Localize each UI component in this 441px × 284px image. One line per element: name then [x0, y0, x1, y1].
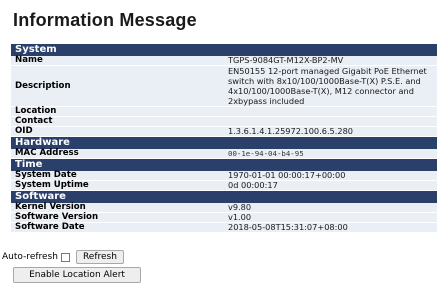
refresh-controls: Auto-refresh Refresh [2, 250, 124, 264]
table-row: Description EN50155 12-port managed Giga… [11, 65, 437, 107]
row-value: 1.3.6.1.4.1.25972.100.6.5.280 [224, 126, 437, 137]
row-value: TGPS-9084GT-M12X-BP2-MV [224, 56, 437, 66]
table-row: System Uptime 0d 00:00:17 [11, 180, 437, 191]
row-key: System Uptime [11, 180, 224, 191]
table-row: Contact [11, 116, 437, 127]
row-value: 2018-05-08T15:31:07+08:00 [224, 222, 437, 233]
page-title: Information Message [13, 10, 197, 30]
row-value: EN50155 12-port managed Gigabit PoE Ethe… [224, 65, 437, 107]
enable-location-alert-button[interactable]: Enable Location Alert [13, 267, 141, 283]
table-row: OID 1.3.6.1.4.1.25972.100.6.5.280 [11, 126, 437, 137]
row-value: 00-1e-94-04-b4-95 [224, 149, 437, 159]
row-value: v9.80 [224, 203, 437, 213]
row-key: Contact [11, 116, 224, 127]
row-key: Description [11, 65, 224, 107]
row-key: OID [11, 126, 224, 137]
row-key: MAC Address [11, 149, 224, 159]
auto-refresh-label: Auto-refresh [2, 252, 58, 262]
table-row: Location [11, 106, 437, 117]
row-value [224, 116, 437, 127]
table-row: Software Date 2018-05-08T15:31:07+08:00 [11, 222, 437, 233]
table-row: Software Version v1.00 [11, 212, 437, 223]
row-value: 0d 00:00:17 [224, 180, 437, 191]
row-key: Software Date [11, 222, 224, 233]
section-header-system: System [11, 43, 437, 56]
table-row: MAC Address 00-1e-94-04-b4-95 [11, 149, 437, 159]
auto-refresh-checkbox[interactable] [60, 252, 70, 262]
section-header-label: System [11, 43, 437, 56]
row-key: Software Version [11, 212, 224, 223]
row-value [224, 106, 437, 117]
table-row: Name TGPS-9084GT-M12X-BP2-MV [11, 56, 437, 66]
refresh-button[interactable]: Refresh [75, 250, 124, 264]
row-key: Name [11, 56, 224, 66]
row-value: v1.00 [224, 212, 437, 223]
row-key: Location [11, 106, 224, 117]
info-table: System Name TGPS-9084GT-M12X-BP2-MV Desc… [11, 43, 437, 233]
